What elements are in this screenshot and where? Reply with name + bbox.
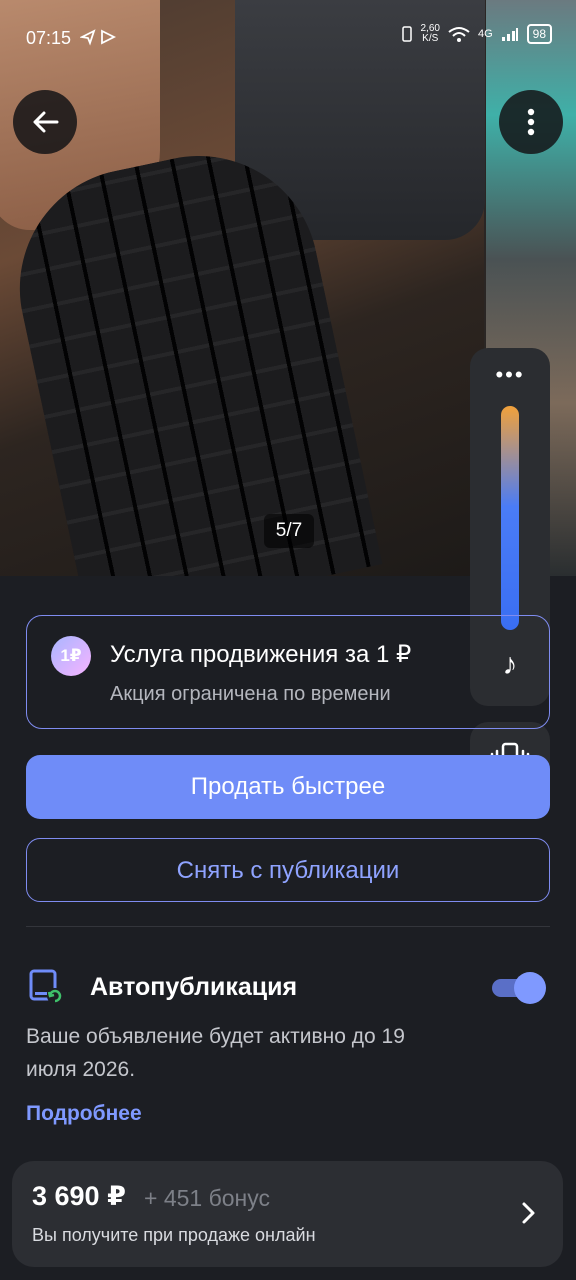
sale-price-bar[interactable]: 3 690 ₽ + 451 бонус Вы получите при прод…	[12, 1161, 563, 1267]
send-icon	[79, 29, 117, 46]
autopublish-title: Автопубликация	[90, 973, 298, 1001]
promo-badge-icon: 1₽	[51, 636, 91, 676]
signal-icon	[501, 28, 518, 41]
network-speed: 2,60 K/S	[420, 24, 439, 44]
autopublish-toggle[interactable]	[492, 970, 546, 1004]
price: 3 690 ₽	[32, 1181, 126, 1211]
promo-title: Услуга продвижения за 1 ₽	[110, 641, 412, 668]
bonus-amount: + 451 бонус	[144, 1185, 270, 1211]
network-speed-unit: K/S	[422, 33, 439, 44]
sim-icon	[402, 26, 413, 42]
wifi-icon	[448, 27, 470, 42]
back-button[interactable]	[13, 90, 77, 154]
volume-slider[interactable]	[501, 406, 519, 630]
chevron-right-icon[interactable]	[521, 1199, 537, 1233]
more-details-link[interactable]: Подробнее	[26, 1102, 142, 1126]
listing-photo[interactable]	[0, 0, 485, 576]
volume-more-icon[interactable]: •••	[470, 364, 550, 386]
notification-icons	[79, 28, 118, 51]
price-caption: Вы получите при продаже онлайн	[32, 1225, 316, 1245]
photo-counter: 5/7	[264, 514, 314, 548]
more-options-button[interactable]	[499, 90, 563, 154]
status-bar: 07:15 2,60 K/S 4G 98	[0, 0, 576, 76]
section-divider	[26, 926, 550, 927]
network-type: 4G	[477, 28, 493, 40]
sell-faster-button[interactable]: Продать быстрее	[26, 755, 550, 819]
unpublish-button[interactable]: Снять с публикации	[26, 838, 550, 902]
more-vertical-icon	[527, 108, 535, 136]
arrow-left-icon	[33, 111, 59, 133]
toggle-knob	[514, 972, 546, 1004]
promo-subtitle: Акция ограничена по времени	[110, 683, 391, 705]
promotion-card[interactable]: 1₽ Услуга продвижения за 1 ₽ Акция огран…	[26, 615, 550, 729]
status-time: 07:15	[26, 28, 72, 48]
autopublish-description: Ваше объявление будет активно до 19 июля…	[26, 1025, 405, 1081]
autopublish-icon	[29, 969, 63, 1004]
battery-indicator: 98	[526, 24, 552, 44]
